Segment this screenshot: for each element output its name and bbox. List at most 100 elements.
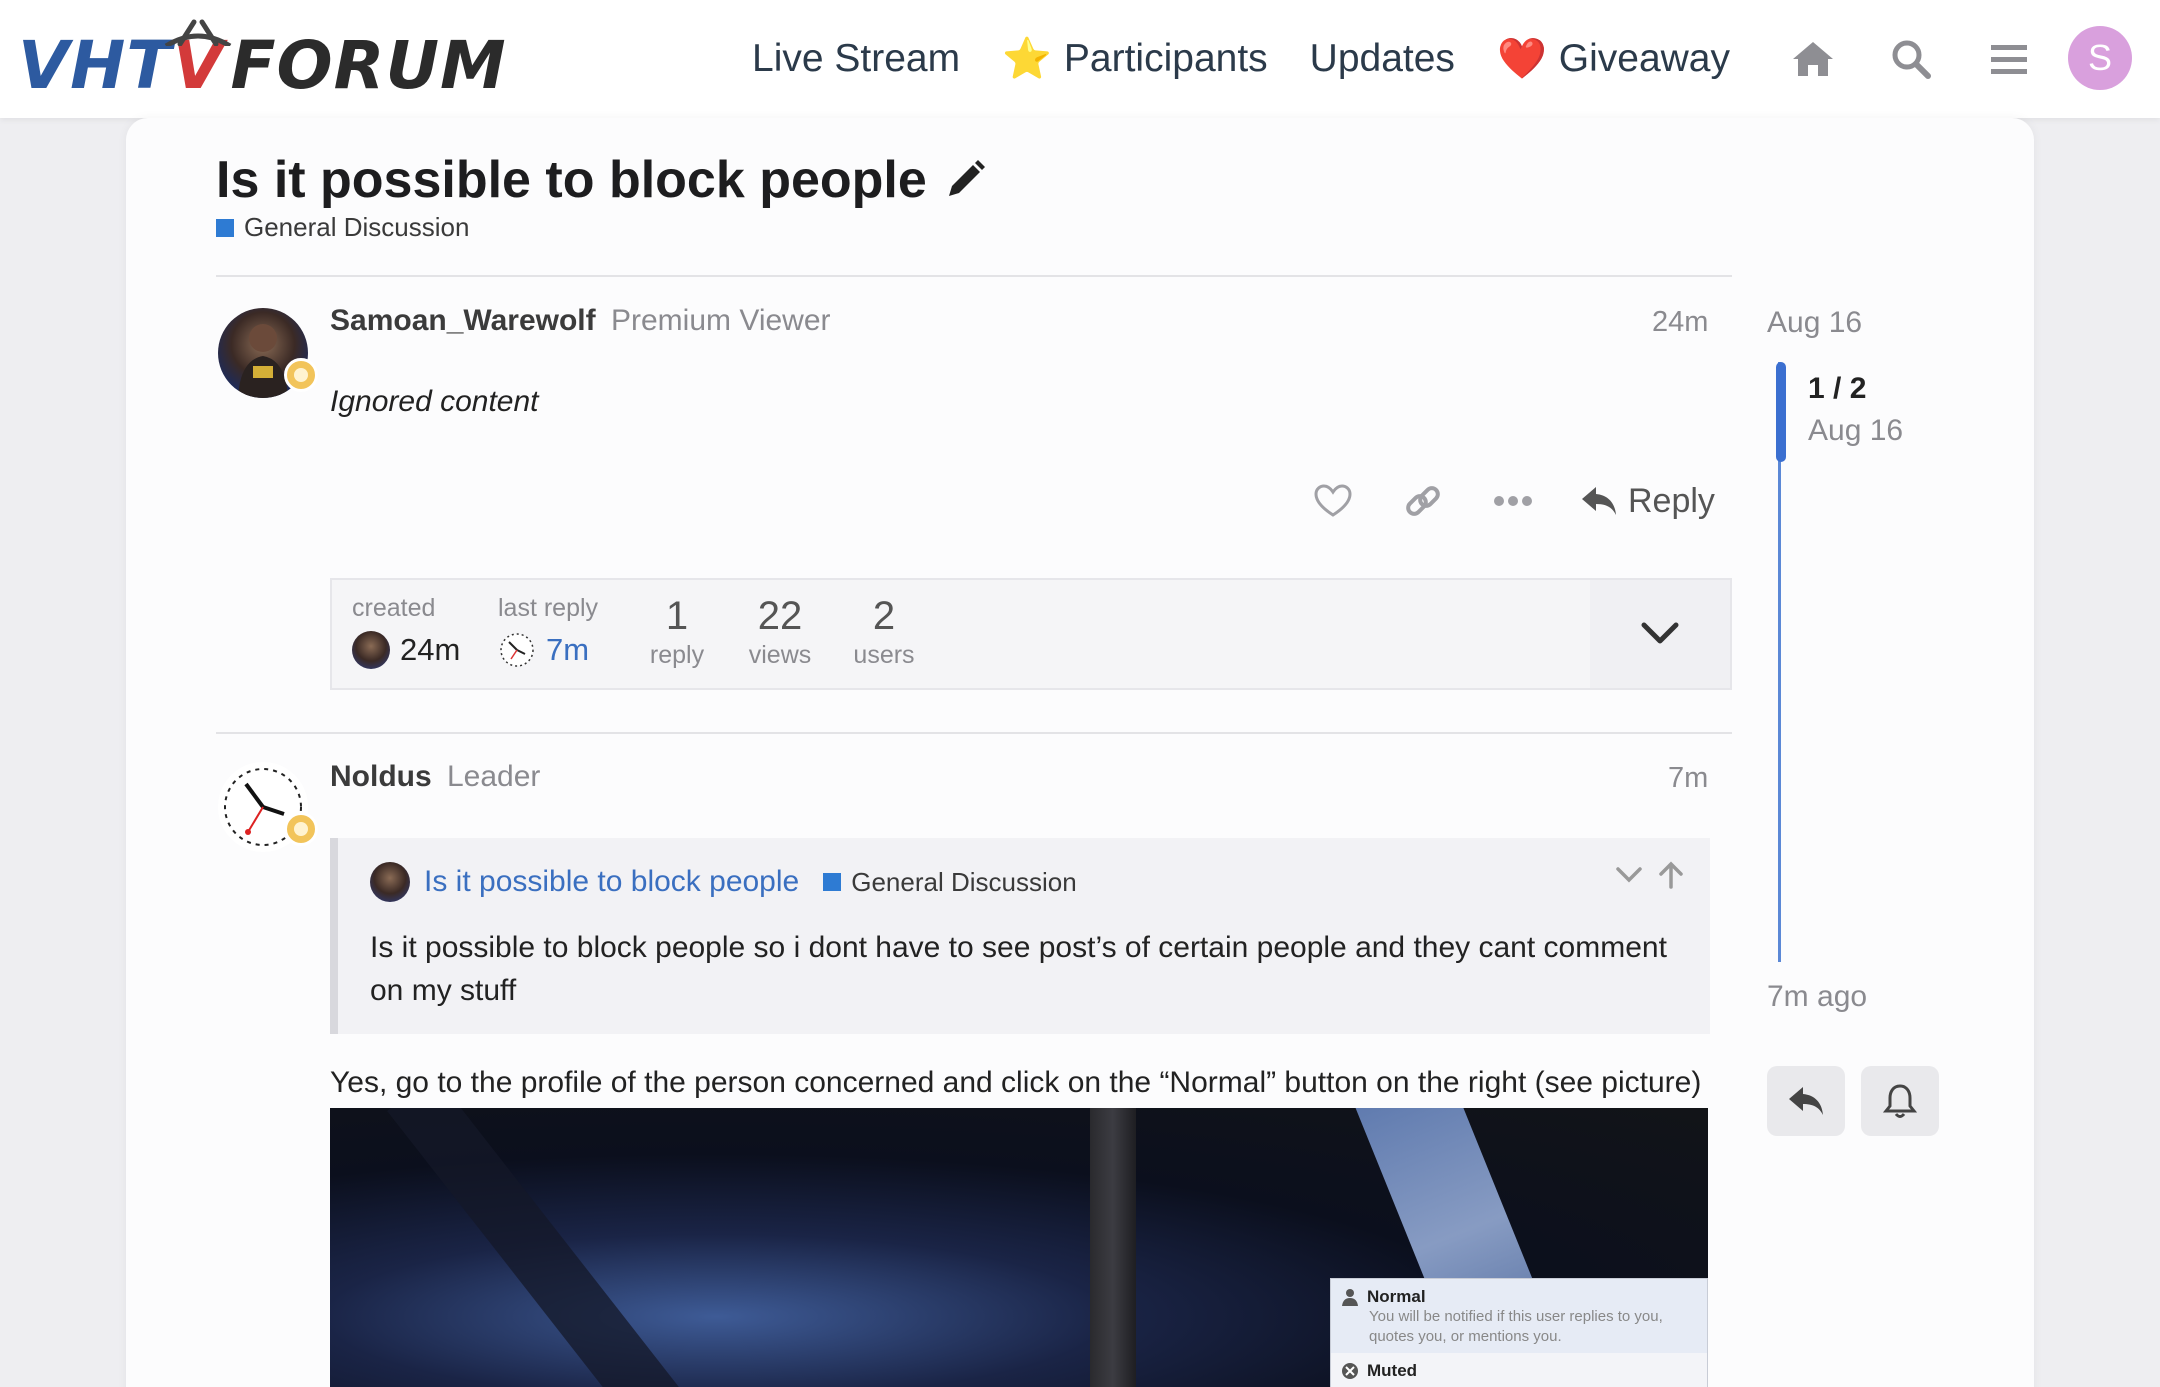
timeline-reply-button[interactable] [1767, 1066, 1845, 1136]
nav-updates[interactable]: Updates [1310, 37, 1455, 81]
more-options-icon[interactable] [1490, 478, 1536, 524]
clock-avatar-icon [500, 633, 534, 667]
post2-username[interactable]: Noldus [330, 760, 432, 794]
popup-muted-title: Muted [1367, 1361, 1418, 1380]
image-notification-popup: Normal You will be notified if this user… [1330, 1278, 1708, 1387]
views-label: views [748, 641, 812, 669]
image-dark-pillar [1090, 1108, 1136, 1387]
quote-category[interactable]: General Discussion [823, 866, 1077, 898]
quote-text: Is it possible to block people so i dont… [370, 931, 1667, 1007]
reply-button[interactable]: Reply [1580, 482, 1715, 521]
muted-x-icon [1342, 1363, 1358, 1379]
logo-text-forum: FORUM [230, 27, 507, 104]
post2-badge-icon [284, 812, 318, 846]
post1-user-title: Premium Viewer [611, 304, 831, 337]
timeline-start-date[interactable]: Aug 16 [1767, 306, 1862, 340]
timeline-position-date: Aug 16 [1808, 414, 1904, 447]
replies-label: reply [649, 641, 705, 669]
topic-map: created 24m last reply 7m 1 reply 22 vie… [330, 578, 1732, 690]
nav-live-stream[interactable]: Live Stream [752, 37, 960, 81]
topic-category[interactable]: General Discussion [216, 212, 469, 243]
quote-controls [1614, 860, 1686, 890]
quote-jump-up-arrow-icon[interactable] [1656, 860, 1686, 890]
quote-category-label: General Discussion [851, 866, 1077, 897]
created-value: 24m [400, 632, 461, 667]
edit-pencil-icon[interactable] [943, 158, 987, 202]
bell-icon [1883, 1084, 1917, 1118]
meta-created[interactable]: created 24m [352, 594, 460, 669]
quote-avatar [370, 862, 410, 902]
post2-time[interactable]: 7m [1668, 762, 1708, 795]
nav-giveaway[interactable]: ❤️ Giveaway [1497, 37, 1730, 81]
created-avatar [352, 631, 390, 669]
popup-normal-title-row: Normal [1341, 1287, 1697, 1307]
replies-count: 1 [665, 594, 689, 638]
category-label: General Discussion [244, 212, 470, 242]
category-color-square [216, 218, 234, 237]
quote-expand-chevron-icon[interactable] [1614, 860, 1644, 890]
timeline-position: 1 / 2 [1808, 372, 1867, 405]
heart-icon: ❤️ [1496, 37, 1547, 81]
nav-participants[interactable]: ⭐ Participants [1002, 37, 1268, 81]
popup-normal-desc: You will be notified if this user replie… [1369, 1308, 1663, 1345]
nav-live-stream-label: Live Stream [752, 37, 961, 80]
reply-arrow-icon [1789, 1087, 1823, 1115]
post1-badge-icon [284, 358, 318, 392]
site-logo[interactable]: VHT V FORUM [18, 18, 507, 104]
divider-top [216, 275, 1732, 277]
meta-users: 2 users [834, 594, 934, 670]
post2-screenshot-image[interactable]: Normal You will be notified if this user… [330, 1108, 1708, 1387]
topic-title: Is it possible to block people [216, 150, 987, 210]
popup-muted-option: Muted [1331, 1353, 1707, 1387]
timeline-scroll-handle[interactable] [1776, 362, 1786, 462]
header-icons [1790, 0, 2032, 118]
reply-label: Reply [1628, 481, 1715, 520]
search-icon[interactable] [1888, 36, 1934, 82]
last-reply-value-row: 7m [498, 631, 598, 669]
main-nav: Live Stream ⭐ Participants Updates ❤️ Gi… [752, 0, 1730, 118]
topic-map-expand-button[interactable] [1590, 580, 1730, 688]
meta-last-reply[interactable]: last reply 7m [498, 594, 598, 669]
hamburger-menu-icon[interactable] [1986, 36, 2032, 82]
divider-posts [216, 732, 1732, 734]
nav-giveaway-label: Giveaway [1558, 37, 1730, 80]
like-heart-icon[interactable] [1310, 478, 1356, 524]
logo-text-vht: VHT [18, 27, 173, 104]
user-avatar[interactable]: S [2068, 26, 2132, 90]
timeline-end-label[interactable]: 7m ago [1767, 980, 1867, 1014]
users-label: users [853, 641, 915, 669]
last-reply-label: last reply [498, 594, 599, 622]
site-header: VHT V FORUM Live Stream ⭐ Participants Upd… [0, 0, 2160, 118]
post1-time[interactable]: 24m [1652, 306, 1708, 339]
quote-topic-link[interactable]: Is it possible to block people [424, 865, 799, 899]
post2-quote: Is it possible to block people General D… [330, 838, 1710, 1034]
meta-views: 22 views [730, 594, 830, 670]
nav-updates-label: Updates [1309, 37, 1455, 80]
created-label: created [352, 594, 436, 622]
logo-antenna-icon [164, 19, 232, 46]
reply-arrow-icon [1582, 487, 1616, 515]
home-icon[interactable] [1790, 36, 1836, 82]
created-value-row: 24m [352, 631, 460, 669]
user-icon [1342, 1289, 1358, 1306]
image-shadow-stripe [387, 1108, 693, 1387]
last-reply-value: 7m [546, 632, 590, 667]
post2-user-title: Leader [447, 760, 541, 793]
post1-username[interactable]: Samoan_Warewolf [330, 304, 596, 338]
quote-header: Is it possible to block people General D… [370, 862, 1077, 902]
quote-category-square [823, 873, 842, 891]
post1-actions: Reply [1310, 478, 1715, 524]
popup-normal-option: Normal You will be notified if this user… [1331, 1279, 1707, 1353]
post1-content: Ignored content [330, 385, 539, 418]
topic-title-text: Is it possible to block people [216, 151, 927, 209]
popup-normal-title: Normal [1367, 1287, 1426, 1306]
views-count: 22 [757, 594, 803, 638]
users-count: 2 [872, 594, 896, 638]
share-link-icon[interactable] [1400, 478, 1446, 524]
timeline-notification-button[interactable] [1861, 1066, 1939, 1136]
chevron-down-icon [1641, 622, 1679, 644]
post2-answer-text: Yes, go to the profile of the person con… [330, 1066, 1702, 1099]
star-icon: ⭐ [1002, 37, 1052, 81]
meta-replies: 1 reply [632, 594, 722, 670]
nav-participants-label: Participants [1063, 37, 1268, 80]
